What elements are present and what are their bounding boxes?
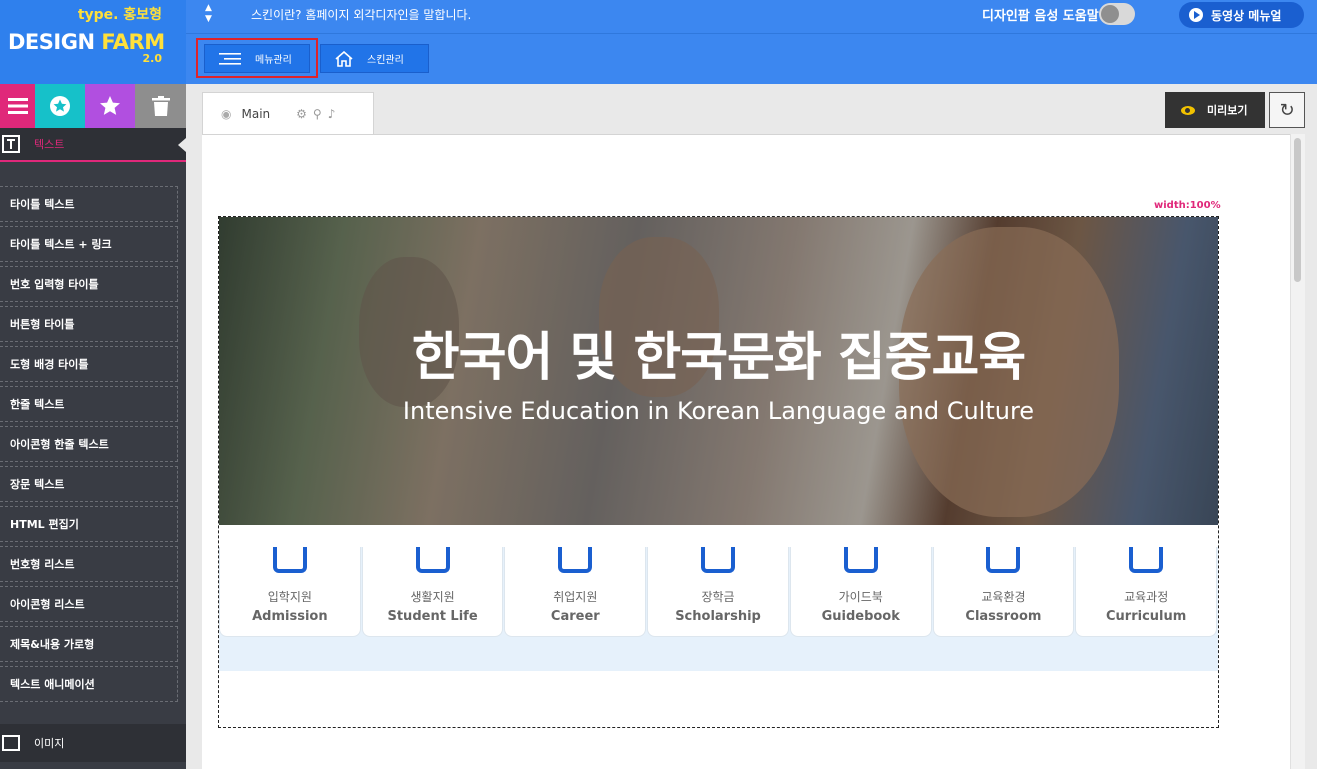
- medal-icon: [701, 547, 736, 573]
- logo[interactable]: type. 홍보형 DESIGN FARM 2.0: [0, 0, 186, 84]
- card-en-label: Career: [550, 609, 600, 624]
- quick-menu-card-classroom[interactable]: 교육환경 Classroom: [932, 547, 1075, 637]
- list-item[interactable]: 번호 입력형 타이틀: [0, 266, 178, 302]
- voice-help-toggle[interactable]: [1099, 3, 1135, 25]
- quick-menu-card-admission[interactable]: 입학지원 Admission: [219, 547, 361, 637]
- scrollbar-thumb[interactable]: [1294, 138, 1301, 282]
- card-ko-label: 입학지원: [267, 590, 312, 604]
- hero-subtitle: Intensive Education in Korean Language a…: [402, 397, 1035, 425]
- text-widget-list: 타이틀 텍스트 타이틀 텍스트 + 링크 번호 입력형 타이틀 버튼형 타이틀 …: [0, 186, 178, 706]
- quick-menu-card-student-life[interactable]: 생활지원 Student Life: [361, 547, 504, 637]
- video-manual-label: 동영상 메뉴얼: [1211, 8, 1282, 23]
- category-image-label: 이미지: [34, 737, 65, 750]
- logo-version: 2.0: [142, 52, 163, 65]
- vertical-scrollbar[interactable]: [1290, 134, 1305, 769]
- logo-brand: DESIGN FARM: [8, 30, 165, 54]
- list-item[interactable]: 번호형 리스트: [0, 546, 178, 582]
- play-icon: [1189, 8, 1203, 22]
- sidebar: 텍스트 타이틀 텍스트 타이틀 텍스트 + 링크 번호 입력형 타이틀 버튼형 …: [0, 84, 186, 769]
- category-text[interactable]: 텍스트: [0, 128, 186, 162]
- voice-icon[interactable]: ♪: [328, 107, 342, 121]
- trash-icon[interactable]: [135, 84, 186, 128]
- home-icon: [335, 50, 353, 67]
- menu-icon[interactable]: [0, 84, 35, 128]
- card-ko-label: 가이드북: [838, 590, 883, 604]
- refresh-button[interactable]: ↻: [1269, 92, 1305, 128]
- category-text-label: 텍스트: [34, 138, 65, 151]
- top-bar-divider: [186, 33, 1317, 34]
- star-badge-icon: [415, 547, 450, 573]
- card-ko-label: 취업지원: [553, 590, 598, 604]
- logo-design-text: DESIGN: [8, 30, 95, 54]
- tab-skin-label: 스킨관리: [367, 55, 404, 66]
- pencil-icon: [986, 547, 1021, 573]
- page-tab-label: Main: [241, 106, 271, 121]
- text-box-icon: [2, 135, 20, 153]
- list-item[interactable]: HTML 편집기: [0, 506, 178, 542]
- category-caret-icon: [178, 138, 186, 152]
- list-item[interactable]: 장문 텍스트: [0, 466, 178, 502]
- page-tab-tools: ⚙⚲♪: [296, 107, 341, 121]
- category-image[interactable]: 이미지: [0, 724, 186, 762]
- preview-button[interactable]: 미리보기: [1165, 92, 1265, 128]
- voice-help-label: 디자인팜 음성 도움말: [982, 9, 1099, 24]
- eye-icon: [1181, 105, 1195, 115]
- list-item[interactable]: 타이틀 텍스트: [0, 186, 178, 222]
- list-item[interactable]: 제목&내용 가로형: [0, 626, 178, 662]
- star-circle-icon[interactable]: [35, 84, 85, 128]
- quick-menu-card-guidebook[interactable]: 가이드북 Guidebook: [789, 547, 932, 637]
- refresh-icon: ↻: [1279, 99, 1295, 121]
- list-item[interactable]: 한줄 텍스트: [0, 386, 178, 422]
- hero-title: 한국어 및 한국문화 집중교육: [411, 328, 1026, 388]
- list-item[interactable]: 버튼형 타이틀: [0, 306, 178, 342]
- quick-menu-card-curriculum[interactable]: 교육과정 Curriculum: [1075, 547, 1218, 637]
- width-label: width:100%: [1154, 200, 1221, 211]
- card-en-label: Admission: [252, 609, 328, 624]
- up-down-arrows-icon[interactable]: ▲ ▼: [205, 3, 212, 25]
- video-manual-button[interactable]: 동영상 메뉴얼: [1179, 2, 1304, 28]
- skin-description: 스킨이란? 홈페이지 외각디자인을 말합니다.: [251, 8, 472, 22]
- card-en-label: Scholarship: [675, 609, 761, 624]
- card-en-label: Classroom: [965, 609, 1042, 624]
- checklist-icon: [843, 547, 878, 573]
- toggle-knob: [1101, 5, 1119, 23]
- location-pin-icon: ◉: [221, 106, 232, 121]
- banner-section[interactable]: 한국어 및 한국문화 집중교육 Intensive Education in K…: [218, 216, 1219, 728]
- list-item[interactable]: 텍스트 애니메이션: [0, 666, 178, 702]
- briefcase-icon: [558, 547, 593, 573]
- hero-banner: 한국어 및 한국문화 집중교육 Intensive Education in K…: [219, 217, 1218, 525]
- card-en-label: Curriculum: [1106, 609, 1187, 624]
- star-icon[interactable]: [85, 84, 135, 128]
- sidebar-toolbar: [0, 84, 186, 128]
- card-ko-label: 교육과정: [1124, 590, 1169, 604]
- graduation-cap-icon: [272, 547, 307, 573]
- preview-label: 미리보기: [1207, 104, 1248, 117]
- card-ko-label: 생활지원: [410, 590, 455, 604]
- card-en-label: Guidebook: [821, 609, 900, 624]
- quick-menu-card-career[interactable]: 취업지원 Career: [504, 547, 647, 637]
- quick-menu-card-scholarship[interactable]: 장학금 Scholarship: [647, 547, 789, 637]
- list-item[interactable]: 아이콘형 한줄 텍스트: [0, 426, 178, 462]
- card-en-label: Student Life: [387, 609, 478, 624]
- search-icon[interactable]: ⚲: [313, 107, 328, 121]
- list-item[interactable]: 도형 배경 타이틀: [0, 346, 178, 382]
- logo-type-label: type. 홍보형: [77, 7, 162, 23]
- logo-farm-text: FARM: [101, 30, 165, 54]
- card-ko-label: 교육환경: [981, 590, 1026, 604]
- active-tab-highlight: [196, 38, 318, 78]
- tab-skin-management[interactable]: 스킨관리: [320, 44, 429, 73]
- card-ko-label: 장학금: [701, 590, 735, 604]
- list-item[interactable]: 타이틀 텍스트 + 링크: [0, 226, 178, 262]
- book-icon: [1129, 547, 1164, 573]
- gear-icon[interactable]: ⚙: [296, 107, 313, 121]
- image-icon: [2, 735, 20, 751]
- list-item[interactable]: 아이콘형 리스트: [0, 586, 178, 622]
- quick-menu-cards: 입학지원 Admission 생활지원 Student Life 취업지원 Caree…: [219, 547, 1218, 637]
- page-tab-main[interactable]: ◉ Main ⚙⚲♪: [202, 92, 374, 134]
